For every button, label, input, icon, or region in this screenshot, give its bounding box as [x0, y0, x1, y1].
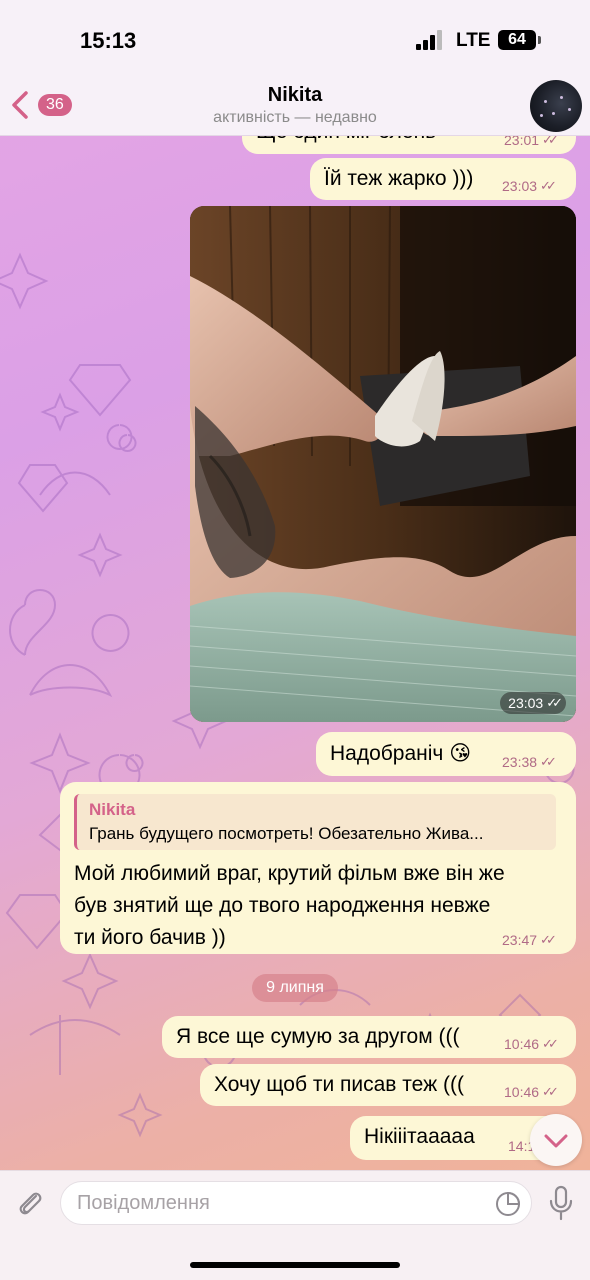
- carrier-label: LTE: [456, 30, 491, 51]
- chat-header: 36 Nikita активність — недавно: [0, 78, 590, 136]
- mic-icon[interactable]: [548, 1185, 574, 1221]
- message-text: Ще один міг олень: [256, 136, 436, 144]
- double-check-icon: ✓✓: [542, 1036, 559, 1051]
- message-time: 23:01: [504, 136, 540, 148]
- message-meta: 23:03 ✓✓: [502, 178, 557, 194]
- message-bubble[interactable]: Їй теж жарко ))) 23:03 ✓✓: [310, 158, 576, 200]
- sticker-icon[interactable]: [495, 1191, 521, 1217]
- message-line: Мой любимий враг, крутий фільм вже він ж…: [74, 862, 505, 885]
- status-time: 15:13: [80, 28, 137, 53]
- message-meta: 23:38 ✓✓: [502, 754, 557, 770]
- attach-icon[interactable]: [14, 1187, 46, 1219]
- double-check-icon: ✓✓: [546, 695, 563, 710]
- home-indicator: [190, 1262, 400, 1268]
- message-bubble[interactable]: Ще один міг олень 23:01 ✓✓: [242, 136, 576, 154]
- message-time: 23:47: [502, 932, 538, 948]
- message-bubble[interactable]: Хочу щоб ти писав теж ((( 10:46 ✓✓: [200, 1064, 576, 1106]
- message-time: 10:46: [504, 1084, 540, 1100]
- battery-tip: [538, 36, 541, 44]
- message-text: Надобраніч 😘: [330, 742, 472, 765]
- reply-quote[interactable]: Nikita Грань будущего посмотреть! Обезат…: [74, 794, 556, 850]
- message-time: 10:46: [504, 1036, 540, 1052]
- message-time: 23:03: [508, 695, 544, 711]
- reply-snippet: Грань будущего посмотреть! Обезательно Ж…: [89, 824, 484, 843]
- chevron-down-icon: [544, 1134, 568, 1148]
- double-check-icon: ✓✓: [540, 932, 557, 947]
- reply-author: Nikita: [89, 800, 136, 819]
- message-meta: 23:47 ✓✓: [502, 932, 557, 948]
- photo-image: [190, 206, 576, 722]
- message-text: Їй теж жарко ))): [324, 167, 474, 190]
- signal-icon: [416, 30, 446, 50]
- message-line: ти його бачив )): [74, 926, 226, 949]
- photo-message[interactable]: 23:03 ✓✓: [190, 206, 576, 722]
- double-check-icon: ✓✓: [542, 1084, 559, 1099]
- message-text: Нікііітааааа: [364, 1125, 475, 1148]
- message-field[interactable]: [60, 1181, 532, 1225]
- chat-status: активність — недавно: [213, 109, 377, 126]
- battery-icon: 64: [498, 30, 536, 50]
- date-separator: 9 липня: [252, 974, 338, 1002]
- avatar[interactable]: [530, 80, 582, 132]
- chat-title[interactable]: Nikita: [0, 84, 590, 107]
- message-bubble[interactable]: Nikita Грань будущего посмотреть! Обезат…: [60, 782, 576, 954]
- double-check-icon: ✓✓: [542, 136, 559, 147]
- message-time: 23:03: [502, 178, 538, 194]
- message-meta: 10:46 ✓✓: [504, 1036, 559, 1052]
- message-text: Я все ще сумую за другом (((: [176, 1025, 460, 1048]
- message-bubble[interactable]: Надобраніч 😘 23:38 ✓✓: [316, 732, 576, 776]
- message-bubble[interactable]: Я все ще сумую за другом ((( 10:46 ✓✓: [162, 1016, 576, 1058]
- message-meta: 10:46 ✓✓: [504, 1084, 559, 1100]
- message-line: був знятий ще до твого народження невже: [74, 894, 491, 917]
- message-time: 23:38: [502, 754, 538, 770]
- scroll-to-bottom-button[interactable]: [530, 1114, 582, 1166]
- double-check-icon: ✓✓: [540, 754, 557, 769]
- photo-timestamp: 23:03 ✓✓: [500, 692, 566, 714]
- message-text: Хочу щоб ти писав теж (((: [214, 1073, 464, 1096]
- message-meta: 23:01 ✓✓: [504, 136, 559, 148]
- message-text: Мой любимий враг, крутий фільм вже він ж…: [74, 858, 554, 954]
- message-list[interactable]: Ще один міг олень 23:01 ✓✓ Їй теж жарко …: [0, 136, 590, 1170]
- double-check-icon: ✓✓: [540, 178, 557, 193]
- message-input[interactable]: [77, 1182, 477, 1224]
- status-bar: 15:13 LTE 64: [0, 0, 590, 78]
